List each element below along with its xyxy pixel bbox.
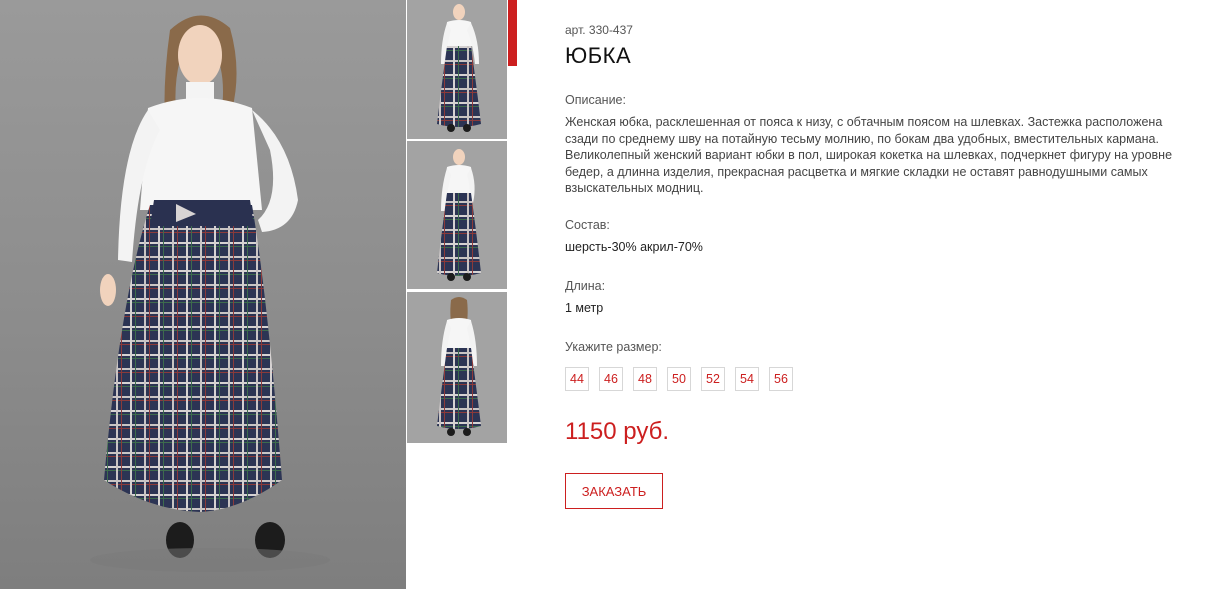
composition-value: шерсть-30% акрил-70%	[565, 240, 703, 254]
size-option-56[interactable]: 56	[769, 367, 793, 391]
thumbnail-front[interactable]	[407, 0, 507, 139]
size-option-50[interactable]: 50	[667, 367, 691, 391]
article-number: арт. 330-437	[565, 23, 633, 37]
size-label: Укажите размер:	[565, 340, 662, 354]
product-description: Женская юбка, расклешенная от пояса к ни…	[565, 115, 1173, 195]
main-product-photo	[0, 0, 406, 589]
product-price: 1150 руб.	[565, 418, 670, 445]
size-option-44[interactable]: 44	[565, 367, 589, 391]
description-label: Описание:	[565, 93, 626, 107]
composition-label: Состав:	[565, 218, 610, 232]
thumbnail-back[interactable]	[407, 292, 507, 443]
size-option-52[interactable]: 52	[701, 367, 725, 391]
size-option-46[interactable]: 46	[599, 367, 623, 391]
length-value: 1 метр	[565, 301, 604, 315]
thumbnail-strip	[407, 0, 507, 443]
model-illustration	[90, 15, 330, 572]
thumbnail-front-pose[interactable]	[407, 141, 507, 289]
order-button[interactable]: ЗАКАЗАТЬ	[565, 473, 663, 509]
size-option-48[interactable]: 48	[633, 367, 657, 391]
product-title: ЮБКА	[565, 43, 632, 68]
size-option-54[interactable]: 54	[735, 367, 759, 391]
size-selector: 44 46 48 50 52 54 56	[565, 367, 803, 391]
length-label: Длина:	[565, 279, 606, 293]
accent-bar	[508, 0, 517, 66]
